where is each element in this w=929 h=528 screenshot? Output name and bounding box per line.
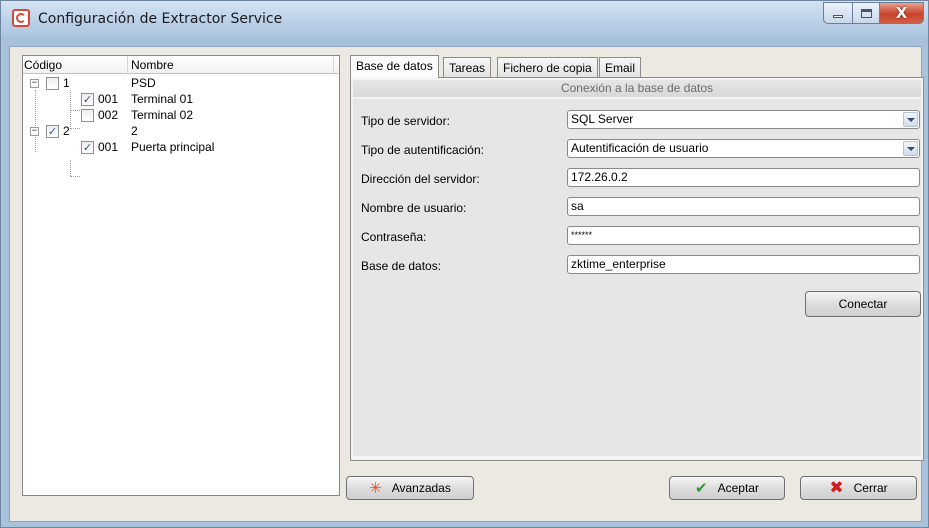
node-name: PSD bbox=[131, 76, 156, 90]
accept-button-label: Aceptar bbox=[717, 481, 759, 495]
node-checkbox[interactable] bbox=[81, 109, 94, 122]
tree-node-terminal[interactable]: ✓ 001 Puerta principal bbox=[23, 141, 339, 154]
close-icon: ✖ bbox=[829, 478, 844, 498]
connect-button-label: Conectar bbox=[838, 297, 888, 311]
dialog-client-area: Código Nombre − 1 PSD ✓ 001 Terminal 01 … bbox=[9, 46, 924, 522]
node-checkbox[interactable] bbox=[46, 77, 59, 90]
username-input[interactable]: sa bbox=[567, 197, 920, 216]
app-logo-icon bbox=[12, 9, 30, 27]
tab-email[interactable]: Email bbox=[599, 57, 642, 77]
node-name: Terminal 02 bbox=[131, 108, 194, 122]
node-name: Terminal 01 bbox=[131, 92, 194, 106]
advanced-button[interactable]: ✳ Avanzadas bbox=[346, 476, 474, 500]
node-code: 001 bbox=[98, 140, 119, 154]
close-window-button[interactable]: X bbox=[879, 2, 924, 24]
group-title: Conexión a la base de datos bbox=[353, 80, 921, 97]
database-label: Base de datos: bbox=[361, 259, 442, 273]
server-type-label: Tipo de servidor: bbox=[361, 114, 450, 128]
auth-type-combo[interactable]: Autentificación de usuario bbox=[567, 139, 920, 158]
node-checkbox[interactable]: ✓ bbox=[46, 125, 59, 138]
server-type-value: SQL Server bbox=[571, 112, 634, 126]
tree-connector-line bbox=[70, 176, 80, 177]
node-name: 2 bbox=[131, 124, 138, 138]
column-separator[interactable] bbox=[333, 56, 334, 74]
connection-group: Tipo de servidor: SQL Server Tipo de aut… bbox=[353, 99, 921, 456]
node-code: 1 bbox=[63, 76, 70, 90]
checkmark-icon: ✔ bbox=[695, 479, 708, 497]
tree-node-group[interactable]: − 1 PSD bbox=[23, 77, 339, 90]
window-title: Configuración de Extractor Service bbox=[38, 11, 283, 27]
title-bar[interactable]: Configuración de Extractor Service X bbox=[1, 1, 928, 37]
column-separator[interactable] bbox=[127, 56, 128, 74]
advanced-button-label: Avanzadas bbox=[391, 481, 451, 495]
server-address-label: Dirección del servidor: bbox=[361, 172, 480, 186]
collapse-toggle-icon[interactable]: − bbox=[30, 79, 39, 88]
password-label: Contraseña: bbox=[361, 230, 427, 244]
username-label: Nombre de usuario: bbox=[361, 201, 467, 215]
tree-node-terminal[interactable]: 002 Terminal 02 bbox=[23, 109, 339, 122]
chevron-down-icon[interactable] bbox=[903, 141, 918, 156]
node-code: 002 bbox=[98, 108, 119, 122]
node-code: 2 bbox=[63, 124, 70, 138]
node-checkbox[interactable]: ✓ bbox=[81, 141, 94, 154]
accept-button[interactable]: ✔ Aceptar bbox=[669, 476, 785, 500]
tree-node-group[interactable]: − ✓ 2 2 bbox=[23, 125, 339, 138]
tree-connector-line bbox=[70, 160, 71, 176]
maximize-icon bbox=[860, 8, 872, 18]
column-header-name[interactable]: Nombre bbox=[131, 58, 174, 72]
tab-fichero-de-copia[interactable]: Fichero de copia bbox=[497, 57, 598, 77]
maximize-button[interactable] bbox=[852, 2, 880, 24]
close-icon: X bbox=[895, 4, 908, 22]
node-code: 001 bbox=[98, 92, 119, 106]
server-type-combo[interactable]: SQL Server bbox=[567, 110, 920, 129]
node-checkbox[interactable]: ✓ bbox=[81, 93, 94, 106]
tree-node-terminal[interactable]: ✓ 001 Terminal 01 bbox=[23, 93, 339, 106]
tab-base-de-datos[interactable]: Base de datos bbox=[350, 55, 439, 78]
minimize-icon bbox=[833, 15, 843, 18]
tree-header: Código Nombre bbox=[23, 56, 339, 74]
collapse-toggle-icon[interactable]: − bbox=[30, 127, 39, 136]
node-name: Puerta principal bbox=[131, 140, 215, 154]
terminal-tree[interactable]: Código Nombre − 1 PSD ✓ 001 Terminal 01 … bbox=[22, 55, 340, 496]
auth-type-label: Tipo de autentificación: bbox=[361, 143, 484, 157]
auth-type-value: Autentificación de usuario bbox=[571, 141, 709, 155]
database-input[interactable]: zktime_enterprise bbox=[567, 255, 920, 274]
close-button-label: Cerrar bbox=[853, 481, 888, 495]
app-window: Configuración de Extractor Service X Cód… bbox=[0, 0, 929, 528]
column-header-code[interactable]: Código bbox=[24, 58, 62, 72]
tab-tareas[interactable]: Tareas bbox=[443, 57, 492, 77]
chevron-down-icon[interactable] bbox=[903, 112, 918, 127]
connect-button[interactable]: Conectar bbox=[805, 291, 921, 317]
server-address-input[interactable]: 172.26.0.2 bbox=[567, 168, 920, 187]
asterisk-icon: ✳ bbox=[369, 479, 382, 497]
close-button[interactable]: ✖ Cerrar bbox=[800, 476, 917, 500]
database-tab-page: Conexión a la base de datos Tipo de serv… bbox=[350, 77, 924, 461]
password-input[interactable]: ****** bbox=[567, 226, 920, 245]
minimize-button[interactable] bbox=[823, 2, 853, 24]
